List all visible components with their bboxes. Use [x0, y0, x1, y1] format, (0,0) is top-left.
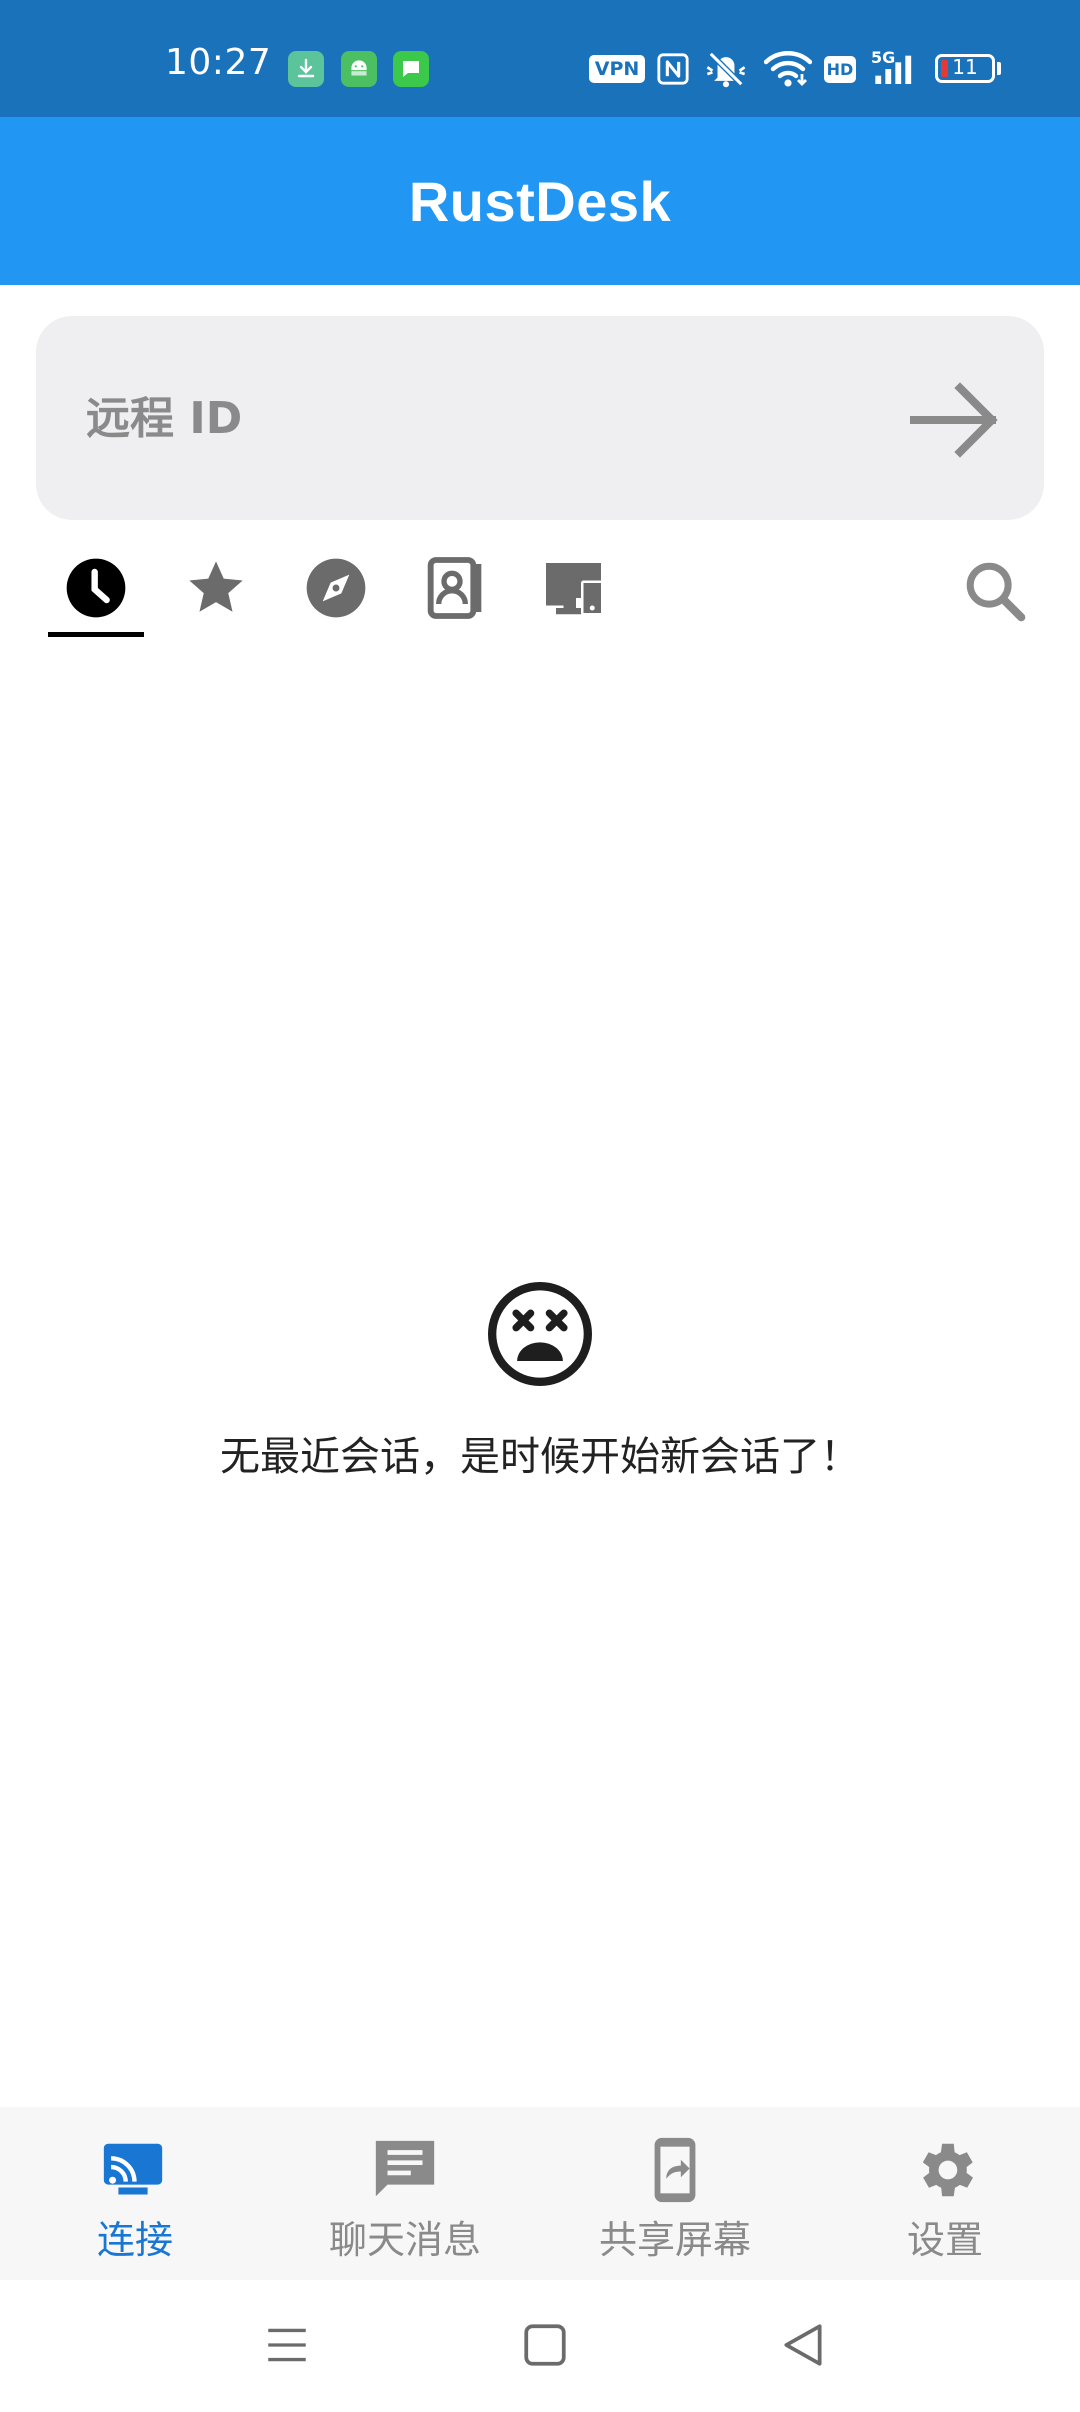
back-icon[interactable]	[778, 2320, 828, 2370]
message-notification-icon	[393, 51, 429, 87]
status-bar: 10:27 VPN HD 5G 11	[0, 0, 1080, 117]
nav-chat[interactable]: 聊天消息	[270, 2107, 540, 2280]
chat-icon	[375, 2140, 435, 2197]
wifi-icon	[764, 51, 812, 87]
nav-settings[interactable]: 设置	[810, 2107, 1080, 2280]
nav-label: 聊天消息	[328, 2218, 481, 2262]
app-title: RustDesk	[408, 169, 672, 233]
share-screen-icon	[654, 2137, 696, 2203]
gear-icon	[922, 2143, 973, 2197]
download-notification-icon	[288, 51, 324, 87]
dizzy-face-icon	[488, 1282, 592, 1386]
home-icon[interactable]	[520, 2320, 570, 2370]
tab-favorites[interactable]	[180, 552, 252, 624]
devices-icon	[546, 563, 604, 616]
app-bar: RustDesk	[0, 117, 1080, 285]
tab-address-book[interactable]	[420, 552, 492, 624]
nav-label: 设置	[906, 2218, 983, 2262]
active-tab-indicator	[48, 632, 144, 637]
android-notification-icon	[341, 51, 377, 87]
address-book-icon	[427, 557, 482, 619]
battery-level: 11	[952, 55, 978, 79]
battery-icon: 11	[935, 54, 995, 83]
search-icon[interactable]	[960, 556, 1030, 626]
empty-state-message: 无最近会话，是时候开始新会话了！	[220, 1434, 860, 1480]
hd-badge: HD	[824, 56, 856, 83]
tab-recent-sessions[interactable]	[60, 552, 132, 624]
tab-discovered[interactable]	[300, 552, 372, 624]
compass-icon	[306, 558, 366, 618]
signal-icon	[875, 55, 912, 84]
nav-label: 共享屏幕	[598, 2218, 751, 2262]
vpn-badge: VPN	[589, 55, 645, 83]
history-icon	[66, 558, 126, 618]
nav-label: 连接	[96, 2218, 173, 2262]
nfc-icon	[657, 53, 689, 85]
remote-id-input[interactable]	[84, 372, 888, 464]
nav-share-screen[interactable]: 共享屏幕	[540, 2107, 810, 2280]
remote-id-box	[36, 316, 1044, 520]
mute-icon	[706, 51, 746, 88]
system-navigation-bar	[0, 2280, 1080, 2412]
star-icon	[189, 561, 243, 612]
nav-connect[interactable]: 连接	[0, 2107, 270, 2280]
connect-arrow-icon[interactable]	[904, 370, 1004, 470]
bottom-nav: 连接 聊天消息 共享屏幕 设置	[0, 2107, 1080, 2280]
status-time: 10:27	[165, 42, 272, 83]
menu-icon[interactable]	[262, 2320, 312, 2370]
tab-my-devices[interactable]	[540, 552, 612, 624]
cast-icon	[103, 2143, 163, 2195]
